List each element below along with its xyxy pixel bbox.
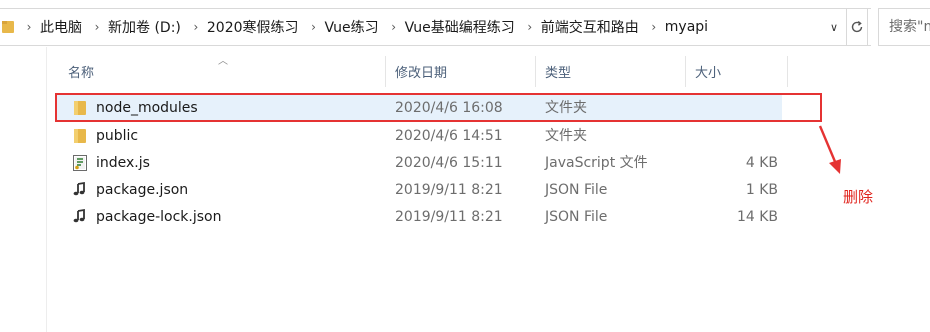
folder-icon: [74, 129, 86, 143]
file-row-package-json[interactable]: package.json 2019/9/11 8:21 JSON File 1 …: [56, 177, 782, 203]
breadcrumb-label: 2020寒假练习: [206, 20, 299, 36]
column-header-label: 大小: [695, 66, 722, 81]
refresh-button[interactable]: [846, 8, 868, 46]
breadcrumb-item[interactable]: › 新加卷 (D:): [86, 9, 185, 45]
highlight-box: [55, 93, 822, 122]
file-type: JavaScript 文件: [545, 155, 648, 171]
file-type: JSON File: [545, 209, 608, 225]
chevron-right-icon: ›: [193, 20, 199, 34]
file-size: 14 KB: [736, 209, 778, 225]
column-header-type[interactable]: 类型: [536, 56, 686, 87]
breadcrumb-label: Vue基础编程练习: [404, 20, 515, 36]
refresh-icon: [851, 21, 863, 33]
search-input[interactable]: [878, 8, 930, 46]
file-date: 2019/9/11 8:21: [395, 182, 503, 198]
file-date: 2020/4/6 14:51: [395, 128, 503, 144]
chevron-right-icon: ›: [311, 20, 316, 34]
chevron-down-icon: ∨: [829, 20, 839, 34]
breadcrumb-label: myapi: [664, 19, 709, 35]
file-name: index.js: [96, 155, 150, 171]
file-size: [690, 123, 778, 149]
breadcrumb-item[interactable]: › Vue练习: [303, 9, 383, 45]
file-row-public[interactable]: public 2020/4/6 14:51 文件夹: [56, 123, 782, 149]
file-type: 文件夹: [545, 128, 587, 144]
breadcrumb-label: 此电脑: [40, 20, 82, 36]
breadcrumb-item[interactable]: › 前端交互和路由: [519, 9, 643, 45]
breadcrumb-item[interactable]: › Vue基础编程练习: [383, 9, 519, 45]
breadcrumb: › 此电脑 › 新加卷 (D:) › 2020寒假练习 › Vue练习 › Vue基础编程…: [18, 9, 712, 45]
column-header-label: 类型: [545, 66, 572, 81]
column-header-size[interactable]: 大小: [686, 56, 788, 87]
annotation-text: 删除: [843, 188, 874, 206]
navigation-pane[interactable]: [0, 47, 47, 332]
file-type: JSON File: [545, 182, 608, 198]
column-header-name[interactable]: 名称: [56, 56, 386, 87]
folder-icon: [2, 21, 14, 33]
chevron-right-icon: ›: [94, 20, 100, 34]
file-name: package-lock.json: [96, 209, 222, 225]
chevron-right-icon: ›: [527, 20, 533, 34]
breadcrumb-item[interactable]: › 此电脑: [18, 9, 86, 45]
file-size: 1 KB: [745, 182, 778, 198]
address-dropdown-button[interactable]: ∨: [822, 9, 846, 45]
column-header-label: 修改日期: [395, 66, 448, 81]
address-bar[interactable]: › 此电脑 › 新加卷 (D:) › 2020寒假练习 › Vue练习 › Vue基础编程…: [0, 8, 871, 46]
chevron-right-icon: ›: [651, 20, 657, 34]
chevron-right-icon: ›: [26, 20, 32, 34]
column-header-date[interactable]: 修改日期: [386, 56, 536, 87]
json-file-icon: [73, 208, 85, 223]
breadcrumb-item[interactable]: › 2020寒假练习: [185, 9, 303, 45]
file-row-package-lock-json[interactable]: package-lock.json 2019/9/11 8:21 JSON Fi…: [56, 204, 782, 230]
file-date: 2020/4/6 15:11: [395, 155, 503, 171]
column-header-label: 名称: [68, 66, 95, 81]
file-size: 4 KB: [745, 155, 778, 171]
breadcrumb-label: 前端交互和路由: [540, 20, 639, 36]
chevron-right-icon: ›: [391, 20, 397, 34]
arrow-annotation: [818, 125, 841, 174]
file-date: 2019/9/11 8:21: [395, 209, 503, 225]
file-row-index-js[interactable]: index.js 2020/4/6 15:11 JavaScript 文件 4 …: [56, 150, 782, 176]
file-name: package.json: [96, 182, 189, 198]
json-file-icon: [73, 181, 85, 196]
js-file-icon: [73, 155, 87, 171]
file-name: public: [96, 128, 139, 144]
breadcrumb-item[interactable]: › myapi: [643, 9, 712, 45]
breadcrumb-label: 新加卷 (D:): [108, 20, 181, 36]
breadcrumb-label: Vue练习: [324, 20, 379, 36]
